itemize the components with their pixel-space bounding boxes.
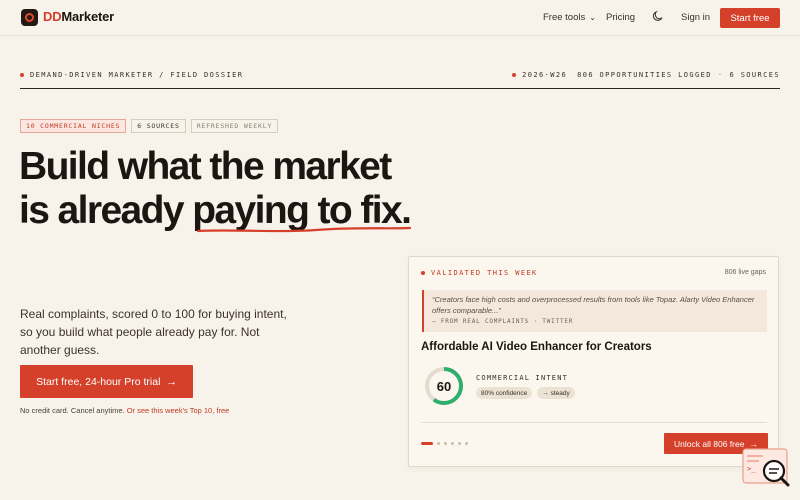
status-dot bbox=[20, 73, 24, 77]
quote-source: — FROM REAL COMPLAINTS · TWITTER bbox=[432, 318, 574, 325]
top-nav: DDMarketer Free tools ⌄ Pricing Sign in S… bbox=[0, 0, 800, 36]
tag-chips: 10 COMMERCIAL NICHES 6 SOURCES REFRESHED… bbox=[20, 119, 279, 133]
unlock-label: Unlock all 806 free bbox=[674, 438, 745, 449]
dossier-logged: 806 OPPORTUNITIES LOGGED bbox=[577, 71, 712, 79]
start-trial-button[interactable]: Start free, 24-hour Pro trial → bbox=[20, 365, 193, 398]
validated-card: VALIDATED THIS WEEK 806 live gaps “Creat… bbox=[408, 256, 779, 467]
pager-dot[interactable] bbox=[451, 442, 454, 445]
free-tools-menu[interactable]: Free tools ⌄ bbox=[543, 12, 596, 23]
pager-dot[interactable] bbox=[458, 442, 461, 445]
headline-line-1: Build what the market bbox=[19, 145, 392, 188]
pricing-link[interactable]: Pricing bbox=[606, 12, 635, 23]
underline-squiggle bbox=[196, 226, 412, 233]
complaint-quote: “Creators face high costs and overproces… bbox=[422, 290, 767, 332]
chevron-down-icon: ⌄ bbox=[589, 13, 596, 22]
search-widget-icon[interactable]: >_ bbox=[741, 447, 791, 489]
dossier-week: 2026·W26 bbox=[522, 71, 568, 79]
logo-icon[interactable] bbox=[21, 9, 38, 26]
moon-icon[interactable] bbox=[652, 10, 664, 22]
opportunity-title[interactable]: Affordable AI Video Enhancer for Creator… bbox=[421, 341, 652, 353]
score-value: 60 bbox=[436, 378, 452, 394]
fine-print-text: No credit card. Cancel anytime. bbox=[20, 406, 127, 415]
divider bbox=[20, 88, 780, 89]
pager-dot[interactable] bbox=[437, 442, 440, 445]
status-dot bbox=[512, 73, 517, 77]
intent-pills: 80% confidence → steady bbox=[476, 387, 575, 399]
dossier-label: DEMAND-DRIVEN MARKETER / FIELD DOSSIER bbox=[20, 71, 243, 79]
dossier-sources: 6 SOURCES bbox=[729, 71, 780, 79]
chip-niches: 10 COMMERCIAL NICHES bbox=[20, 119, 127, 133]
quote-text: “Creators face high costs and overproces… bbox=[432, 295, 755, 315]
arrow-right-icon: → bbox=[166, 375, 177, 388]
brand-name[interactable]: DDMarketer bbox=[43, 9, 114, 24]
confidence-badge: 80% confidence bbox=[476, 387, 533, 399]
dossier-separator: · bbox=[717, 71, 724, 79]
dossier-stats: 2026·W26 806 OPPORTUNITIES LOGGED · 6 SO… bbox=[512, 71, 780, 79]
status-dot bbox=[421, 271, 425, 275]
svg-text:>_: >_ bbox=[747, 465, 756, 473]
free-tools-label: Free tools bbox=[543, 12, 586, 23]
brand-suffix: Marketer bbox=[61, 9, 114, 24]
card-header: VALIDATED THIS WEEK bbox=[421, 269, 538, 277]
pager-dot[interactable] bbox=[465, 442, 468, 445]
intent-label: COMMERCIAL INTENT bbox=[476, 374, 569, 382]
chip-sources: 6 SOURCES bbox=[131, 119, 186, 133]
sign-in-link[interactable]: Sign in bbox=[681, 12, 710, 23]
hero-description: Real complaints, scored 0 to 100 for buy… bbox=[20, 307, 287, 357]
fine-print: No credit card. Cancel anytime. Or see t… bbox=[20, 406, 229, 415]
top-10-link[interactable]: Or see this week's Top 10, free bbox=[127, 406, 230, 415]
pager-dot[interactable] bbox=[444, 442, 447, 445]
card-heading: VALIDATED THIS WEEK bbox=[431, 269, 538, 277]
chip-refresh: REFRESHED WEEKLY bbox=[190, 119, 279, 133]
live-gaps-count: 806 live gaps bbox=[724, 269, 766, 276]
carousel-pager bbox=[421, 442, 468, 445]
hero-headline: Build what the market is already paying … bbox=[19, 145, 412, 233]
pager-dot-active[interactable] bbox=[421, 442, 433, 445]
headline-line-2-start: is already bbox=[19, 189, 193, 232]
cta-label: Start free, 24-hour Pro trial bbox=[36, 375, 161, 388]
divider bbox=[421, 422, 767, 423]
dossier-title: DEMAND-DRIVEN MARKETER / FIELD DOSSIER bbox=[30, 71, 244, 79]
start-free-button[interactable]: Start free bbox=[720, 8, 780, 28]
brand-prefix: DD bbox=[43, 9, 62, 24]
trend-badge: → steady bbox=[537, 387, 575, 399]
